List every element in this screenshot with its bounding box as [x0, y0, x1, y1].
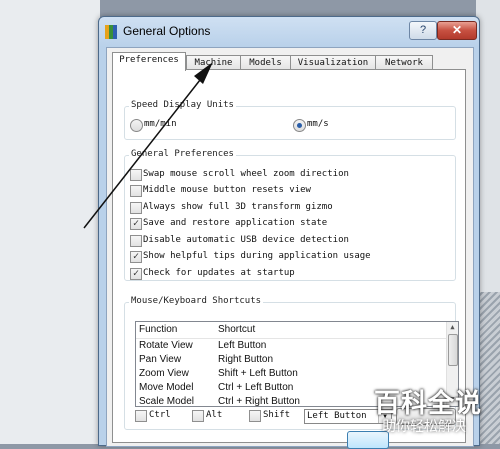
checkbox-alt[interactable]: [192, 410, 204, 422]
window-title: General Options: [123, 24, 211, 38]
checkbox-check-updates[interactable]: ✓: [130, 268, 142, 280]
scroll-up-icon[interactable]: ▲: [448, 323, 457, 332]
title-bar[interactable]: General Options ? ✕: [99, 17, 479, 45]
shortcuts-label: Mouse/Keyboard Shortcuts: [129, 296, 264, 306]
column-shortcut[interactable]: Shortcut: [218, 324, 255, 335]
list-header: Function Shortcut: [136, 322, 446, 339]
tab-models[interactable]: Models: [240, 55, 291, 70]
checkbox-swap-scroll-label: Swap mouse scroll wheel zoom direction: [143, 169, 349, 179]
table-row[interactable]: Zoom View Shift + Left Button: [136, 368, 446, 382]
column-function[interactable]: Function: [139, 324, 177, 335]
general-preferences-label: General Preferences: [129, 149, 236, 159]
row-function: Rotate View: [139, 340, 193, 351]
row-function: Zoom View: [139, 368, 189, 379]
app-icon: [105, 25, 117, 39]
checkbox-shift[interactable]: [249, 410, 261, 422]
tab-machine[interactable]: Machine: [186, 55, 241, 70]
row-function: Move Model: [139, 382, 194, 393]
radio-mm-min[interactable]: [130, 119, 143, 132]
checkbox-check-updates-label: Check for updates at startup: [143, 268, 295, 278]
tab-network[interactable]: Network: [375, 55, 433, 70]
checkbox-save-state[interactable]: ✓: [130, 218, 142, 230]
radio-mm-s[interactable]: [293, 119, 306, 132]
checkbox-transform-gizmo-label: Always show full 3D transform gizmo: [143, 202, 333, 212]
checkbox-transform-gizmo[interactable]: [130, 202, 142, 214]
checkbox-alt-label: Alt: [206, 410, 223, 420]
help-button[interactable]: ?: [409, 21, 437, 40]
watermark-subtitle: 助你轻松解决: [382, 419, 466, 435]
checkbox-ctrl-label: Ctrl: [149, 410, 171, 420]
checkbox-save-state-label: Save and restore application state: [143, 218, 328, 228]
background-viewport-left: [0, 0, 100, 444]
checkbox-helpful-tips-label: Show helpful tips during application usa…: [143, 251, 371, 261]
tab-visualization[interactable]: Visualization: [290, 55, 376, 70]
row-shortcut: Right Button: [218, 354, 274, 365]
speed-units-label: Speed Display Units: [129, 100, 236, 110]
mouse-button-value: Left Button: [307, 411, 367, 421]
row-function: Scale Model: [139, 396, 195, 407]
checkbox-disable-usb-label: Disable automatic USB device detection: [143, 235, 349, 245]
table-row[interactable]: Rotate View Left Button: [136, 340, 446, 354]
close-button[interactable]: ✕: [437, 21, 477, 40]
checkbox-ctrl[interactable]: [135, 410, 147, 422]
watermark-title: 百科全说: [374, 389, 483, 419]
radio-mm-min-label: mm/min: [144, 119, 177, 129]
checkbox-swap-scroll[interactable]: [130, 169, 142, 181]
checkbox-helpful-tips[interactable]: ✓: [130, 251, 142, 263]
table-row[interactable]: Pan View Right Button: [136, 354, 446, 368]
row-shortcut: Ctrl + Right Button: [218, 396, 300, 407]
radio-mm-s-label: mm/s: [307, 119, 329, 129]
scroll-thumb[interactable]: [448, 334, 458, 366]
checkbox-disable-usb[interactable]: [130, 235, 142, 247]
watermark: 百科全说 助你轻松解决: [366, 382, 496, 442]
row-shortcut: Left Button: [218, 340, 267, 351]
checkbox-middle-button-label: Middle mouse button resets view: [143, 185, 311, 195]
row-shortcut: Shift + Left Button: [218, 368, 298, 379]
general-preferences-group: General Preferences Swap mouse scroll wh…: [124, 149, 456, 281]
row-function: Pan View: [139, 354, 182, 365]
checkbox-middle-button[interactable]: [130, 185, 142, 197]
checkbox-shift-label: Shift: [263, 410, 291, 420]
tab-preferences[interactable]: Preferences: [112, 52, 186, 71]
speed-units-group: Speed Display Units mm/min mm/s: [124, 100, 456, 140]
row-shortcut: Ctrl + Left Button: [218, 382, 294, 393]
